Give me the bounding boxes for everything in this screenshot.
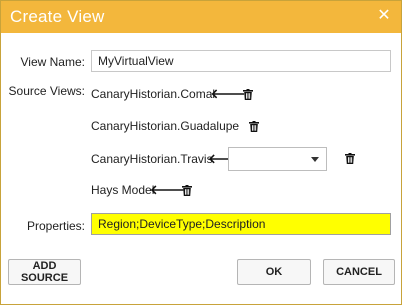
properties-input[interactable]: [91, 213, 391, 235]
source-view-name: CanaryHistorian.Comal: [91, 87, 216, 101]
trash-icon[interactable]: [247, 119, 261, 133]
chevron-down-icon: [311, 157, 319, 162]
title-bar[interactable]: Create View ✕: [1, 1, 401, 33]
source-view-row: CanaryHistorian.Comal 🡐: [91, 85, 255, 103]
source-view-row: CanaryHistorian.Guadalupe: [91, 117, 261, 135]
view-name-label: View Name:: [20, 55, 85, 69]
source-view-row: Hays Model 🡐: [91, 181, 194, 199]
ok-button[interactable]: OK: [237, 259, 311, 285]
source-view-name: CanaryHistorian.Travis: [91, 152, 213, 166]
source-view-name: Hays Model: [91, 183, 155, 197]
arrow-left-icon[interactable]: 🡐: [211, 87, 246, 101]
properties-label: Properties:: [26, 219, 85, 233]
source-view-row: CanaryHistorian.Travis 🡐: [91, 150, 243, 168]
arrow-left-icon[interactable]: 🡐: [150, 183, 185, 197]
source-view-name: CanaryHistorian.Guadalupe: [91, 119, 240, 133]
dialog-title: Create View: [10, 7, 105, 26]
trash-icon[interactable]: [343, 151, 357, 165]
view-name-input[interactable]: [91, 50, 391, 72]
source-views-label: Source Views:: [8, 84, 85, 98]
source-view-dropdown[interactable]: [228, 147, 327, 171]
close-icon[interactable]: ✕: [373, 5, 395, 27]
create-view-dialog: Create View ✕ View Name: Source Views: C…: [0, 0, 402, 305]
cancel-button[interactable]: CANCEL: [323, 259, 395, 285]
add-source-button[interactable]: ADD SOURCE: [8, 259, 81, 285]
trash-icon[interactable]: [180, 183, 194, 197]
trash-icon[interactable]: [241, 87, 255, 101]
